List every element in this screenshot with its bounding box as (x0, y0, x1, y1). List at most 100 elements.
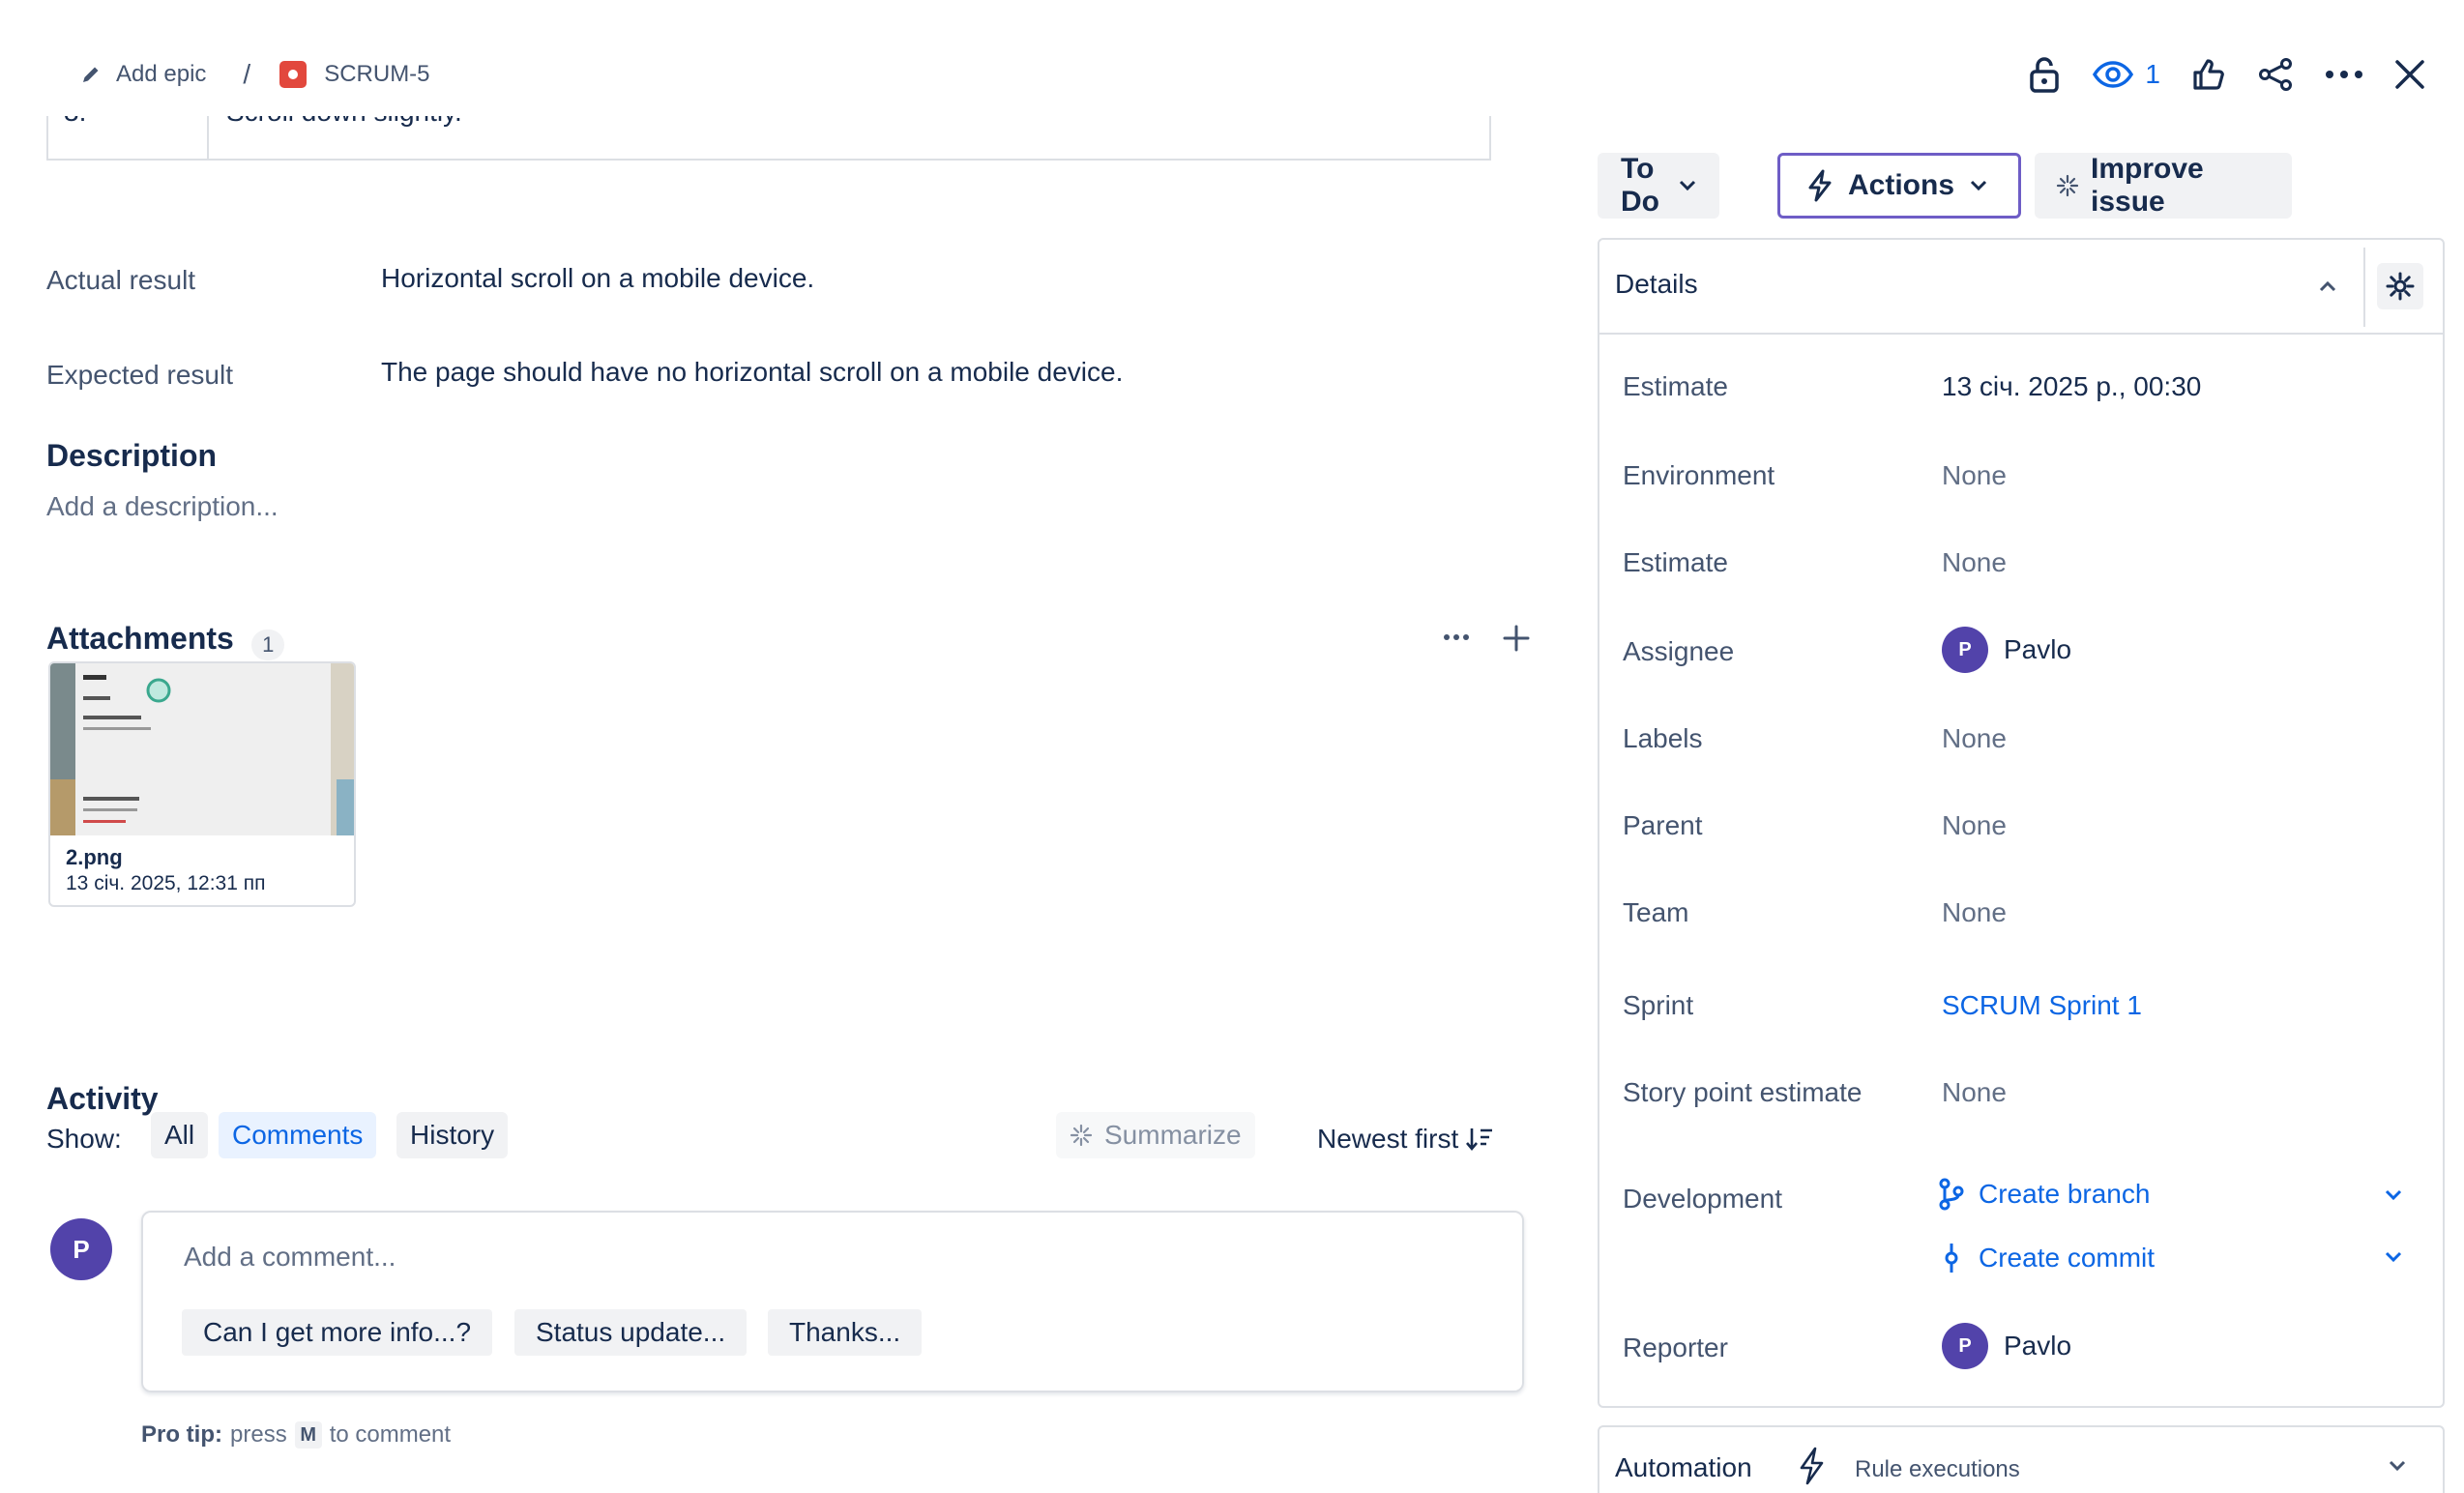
bug-issue-type-icon (279, 61, 308, 88)
environment-value[interactable]: None (1942, 460, 2007, 491)
parent-value[interactable]: None (1942, 810, 2007, 841)
add-attachment-icon[interactable] (1503, 625, 1530, 652)
comment-editor[interactable]: Add a comment... Can I get more info...?… (141, 1211, 1524, 1392)
detail-label: Sprint (1623, 990, 1694, 1020)
detail-row-team: Team None (1599, 897, 2443, 936)
chevron-up-icon[interactable] (2319, 280, 2336, 292)
estimate-value[interactable]: None (1942, 547, 2007, 578)
details-header[interactable]: Details (1599, 240, 2443, 335)
assignee-value[interactable]: P Pavlo (1942, 627, 2071, 673)
assignee-name: Pavlo (2004, 634, 2072, 664)
detail-row-development-commit: Create commit (1599, 1242, 2443, 1284)
quick-reply-more-info[interactable]: Can I get more info...? (182, 1309, 493, 1356)
sort-descending-icon (1466, 1127, 1493, 1152)
thumbs-up-icon[interactable] (2191, 57, 2226, 92)
automation-panel[interactable]: Automation Rule executions (1598, 1425, 2445, 1493)
expected-result-label: Expected result (46, 360, 233, 390)
detail-label: Environment (1623, 460, 1775, 490)
story-points-value[interactable]: None (1942, 1077, 2007, 1108)
detail-row-reporter: Reporter P Pavlo (1599, 1323, 2443, 1371)
detail-row-estimate: Estimate None (1599, 547, 2443, 586)
attachment-card[interactable]: 2.png 13 січ. 2025, 12:31 пп (48, 661, 356, 907)
actions-label: Actions (1848, 169, 1955, 201)
create-branch-link[interactable]: Create branch (1938, 1178, 2150, 1211)
details-heading: Details (1615, 269, 1698, 299)
attachments-more-icon[interactable] (1443, 632, 1470, 642)
add-epic-link[interactable]: Add epic (116, 61, 206, 88)
filter-all[interactable]: All (151, 1112, 209, 1158)
commit-icon (1938, 1242, 1965, 1274)
details-panel: Details Estimate 13 січ. 2025 р., 00:30 … (1598, 238, 2445, 1408)
detail-row-development: Development Create branch (1599, 1178, 2443, 1222)
pro-tip-key: M (294, 1421, 322, 1449)
create-commit-link[interactable]: Create commit (1938, 1242, 2155, 1274)
reporter-name: Pavlo (2004, 1331, 2072, 1361)
detail-label: Reporter (1623, 1332, 1728, 1362)
improve-issue-button[interactable]: Improve issue (2035, 153, 2292, 219)
steps-table-divider (207, 116, 209, 159)
detail-label: Development (1623, 1184, 1782, 1214)
pencil-icon (79, 63, 103, 86)
sprint-link[interactable]: SCRUM Sprint 1 (1942, 990, 2142, 1021)
summarize-label: Summarize (1104, 1120, 1242, 1150)
description-heading: Description (46, 438, 218, 473)
detail-row-story-points: Story point estimate None (1599, 1077, 2443, 1116)
attachment-thumbnail (50, 663, 354, 835)
attachment-date: 13 січ. 2025, 12:31 пп (66, 872, 266, 894)
gear-icon[interactable] (2377, 263, 2423, 309)
detail-row-sprint: Sprint SCRUM Sprint 1 (1599, 990, 2443, 1029)
steps-row-number: 3. (64, 116, 86, 128)
branch-icon (1938, 1178, 1965, 1211)
actions-dropdown[interactable]: Actions (1777, 153, 2021, 219)
actual-result-label: Actual result (46, 265, 196, 295)
attachment-filename: 2.png (66, 845, 123, 869)
detail-label: Assignee (1623, 636, 1735, 666)
watch-button[interactable]: 1 (2093, 59, 2160, 90)
labels-value[interactable]: None (1942, 723, 2007, 754)
quick-reply-status-update[interactable]: Status update... (514, 1309, 748, 1356)
activity-heading: Activity (46, 1081, 159, 1116)
steps-table-last-row: 3. Scroll down slightly. (46, 116, 1491, 161)
chevron-down-icon[interactable] (2385, 1251, 2402, 1263)
detail-row-labels: Labels None (1599, 723, 2443, 762)
filter-comments[interactable]: Comments (219, 1112, 377, 1158)
comment-input[interactable]: Add a comment... (184, 1242, 396, 1273)
close-icon[interactable] (2394, 59, 2425, 90)
issue-key-link[interactable]: SCRUM-5 (324, 61, 429, 88)
attachments-heading: Attachments (46, 621, 234, 656)
chevron-down-icon[interactable] (2389, 1460, 2406, 1472)
issue-header-actions: 1 (2027, 50, 2425, 99)
chevron-down-icon[interactable] (2385, 1189, 2402, 1201)
more-options-icon[interactable] (2325, 69, 2363, 80)
expected-result-value[interactable]: The page should have no horizontal scrol… (381, 357, 1123, 388)
estimate-date-value[interactable]: 13 січ. 2025 р., 00:30 (1942, 371, 2201, 402)
unlock-icon[interactable] (2027, 55, 2062, 94)
team-value[interactable]: None (1942, 897, 2007, 928)
pro-tip-press: press (230, 1421, 287, 1448)
assignee-avatar: P (1942, 627, 1988, 673)
detail-row-estimate-date: Estimate 13 січ. 2025 р., 00:30 (1599, 371, 2443, 410)
chevron-down-icon (1970, 180, 1987, 191)
sort-label: Newest first (1317, 1124, 1459, 1154)
improve-issue-label: Improve issue (2091, 153, 2204, 218)
quick-reply-thanks[interactable]: Thanks... (768, 1309, 923, 1356)
attachments-header: Attachments 1 (46, 621, 285, 660)
steps-row-text: Scroll down slightly. (226, 116, 462, 128)
reporter-avatar: P (1942, 1323, 1988, 1369)
filter-history[interactable]: History (396, 1112, 509, 1158)
chevron-down-icon (1679, 180, 1696, 191)
description-input[interactable]: Add a description... (46, 491, 279, 522)
current-user-avatar: P (50, 1218, 112, 1280)
detail-row-assignee: Assignee P Pavlo (1599, 627, 2443, 675)
summarize-button[interactable]: Summarize (1056, 1112, 1255, 1158)
actual-result-value[interactable]: Horizontal scroll on a mobile device. (381, 263, 814, 294)
pro-tip-label: Pro tip: (141, 1421, 222, 1448)
status-dropdown[interactable]: To Do (1598, 153, 1719, 219)
reporter-value[interactable]: P Pavlo (1942, 1323, 2071, 1369)
attachments-count-badge: 1 (251, 629, 285, 660)
sort-toggle[interactable]: Newest first (1317, 1124, 1493, 1155)
pro-tip-suffix: to comment (329, 1421, 452, 1448)
eye-icon (2093, 61, 2134, 88)
detail-label: Estimate (1623, 371, 1728, 401)
share-icon[interactable] (2257, 57, 2294, 92)
